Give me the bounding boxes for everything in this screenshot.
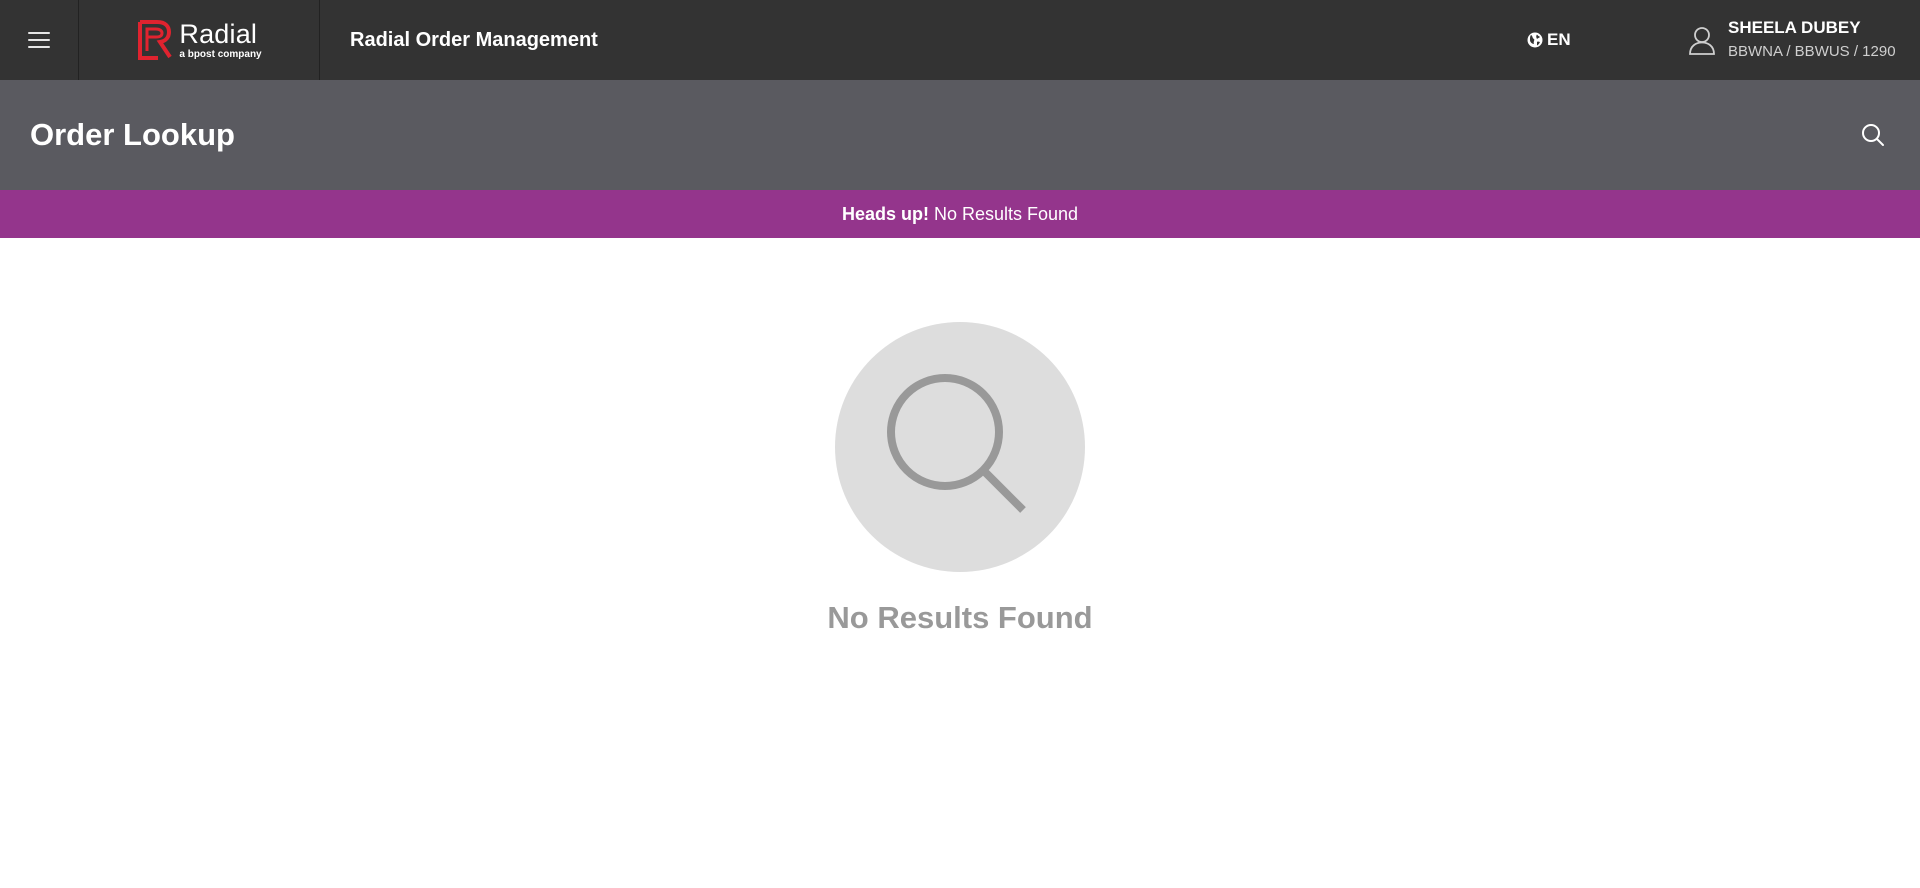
top-navigation-bar: Radial a bpost company Radial Order Mana… (0, 0, 1920, 80)
alert-banner: Heads up! No Results Found (0, 190, 1920, 238)
globe-icon (1527, 32, 1543, 48)
empty-state: No Results Found (0, 238, 1920, 888)
app-title: Radial Order Management (350, 29, 598, 51)
hamburger-menu-button[interactable] (0, 0, 79, 80)
user-menu[interactable]: SHEELA DUBEY BBWNA / BBWUS / 1290 (1688, 0, 1896, 80)
user-name: SHEELA DUBEY (1728, 18, 1861, 37)
language-code: EN (1547, 30, 1571, 49)
alert-heading: Heads up! (841, 203, 929, 224)
page-header: Order Lookup (0, 80, 1920, 190)
user-icon (1689, 27, 1715, 55)
hamburger-menu-icon (28, 32, 50, 48)
empty-state-message: No Results Found (827, 600, 1093, 635)
logo-name: Radial (179, 18, 258, 49)
magnifier-icon (887, 374, 1026, 513)
alert-message: No Results Found (933, 203, 1079, 224)
language-selector[interactable]: EN (1527, 0, 1571, 80)
search-icon[interactable] (1860, 122, 1886, 148)
logo-tagline: a bpost company (179, 48, 262, 60)
empty-state-illustration (835, 322, 1085, 572)
page-title: Order Lookup (30, 117, 235, 152)
user-organization: BBWNA / BBWUS / 1290 (1728, 43, 1896, 60)
radial-logo-mark-icon (138, 20, 173, 60)
brand-logo[interactable]: Radial a bpost company (80, 0, 320, 80)
